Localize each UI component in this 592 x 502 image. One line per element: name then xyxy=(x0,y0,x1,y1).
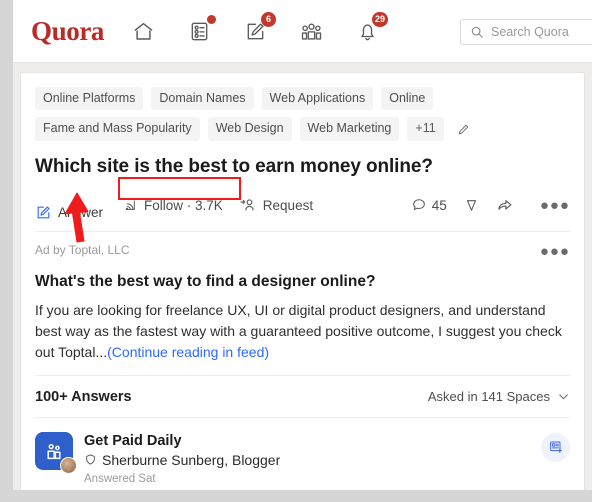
answers-summary-bar: 100+ Answers Asked in 141 Spaces xyxy=(35,376,570,418)
ad-sponsor-label: Ad by Toptal, LLC xyxy=(35,242,130,257)
promoted-ad: Ad by Toptal, LLC ●●● What's the best wa… xyxy=(35,232,570,376)
share-arrow-icon xyxy=(498,200,512,210)
answer-author-block: Get Paid Daily Sherburne Sunberg, Blogge… xyxy=(84,432,541,485)
notifications-badge: 29 xyxy=(372,12,389,27)
share-button[interactable] xyxy=(496,196,514,214)
space-shield-icon xyxy=(86,454,95,465)
space-name[interactable]: Get Paid Daily xyxy=(84,432,541,450)
topic-tag[interactable]: Web Marketing xyxy=(299,117,400,141)
search-input[interactable] xyxy=(491,25,592,39)
topic-tag[interactable]: Online Platforms xyxy=(35,87,144,111)
asked-in-spaces-dropdown[interactable]: Asked in 141 Spaces xyxy=(428,389,570,404)
answer-badge: 6 xyxy=(261,12,277,27)
avatar[interactable] xyxy=(35,431,77,474)
spaces-icon[interactable] xyxy=(296,16,326,46)
asked-in-spaces-label: Asked in 141 Spaces xyxy=(427,389,550,405)
topic-tag[interactable]: Web Applications xyxy=(261,87,374,111)
search-icon xyxy=(471,26,483,38)
notifications-bell-icon[interactable]: 29 xyxy=(352,12,389,46)
question-title: Which site is the best to earn money onl… xyxy=(35,155,433,177)
ad-body: If you are looking for freelance UX, UI … xyxy=(35,300,570,363)
author-row: Sherburne Sunberg, Blogger xyxy=(84,452,541,468)
ad-continue-link[interactable]: (Continue reading in feed) xyxy=(107,344,269,360)
feed-icon[interactable] xyxy=(184,15,217,46)
topic-tag[interactable]: Fame and Mass Popularity xyxy=(35,117,200,141)
request-button-label: Request xyxy=(262,197,314,213)
rss-follow-icon xyxy=(125,200,135,210)
comment-button[interactable]: 45 xyxy=(411,197,447,213)
answer-timestamp: Answered Sat xyxy=(84,472,156,485)
author-name[interactable]: Sherburne Sunberg, Blogger xyxy=(102,452,280,468)
user-avatar xyxy=(60,456,77,474)
ad-title[interactable]: What's the best way to find a designer o… xyxy=(35,272,570,292)
topic-tag-more[interactable]: +11 xyxy=(407,117,444,141)
quora-logo[interactable]: Quora xyxy=(31,17,104,45)
topic-tag[interactable]: Online xyxy=(381,87,434,111)
request-button[interactable]: Request xyxy=(239,196,313,214)
ad-header: Ad by Toptal, LLC ●●● xyxy=(35,243,570,261)
header-nav: 6 29 xyxy=(128,12,389,46)
comment-count: 45 xyxy=(431,197,447,213)
chevron-down-icon xyxy=(559,394,568,400)
add-to-space-button[interactable] xyxy=(541,432,570,462)
answer-button-label: Answer xyxy=(58,204,104,220)
site-header: Quora 6 29 Search Quora xyxy=(13,0,592,63)
search-bar[interactable] xyxy=(460,19,592,45)
follow-button-label: Follow · 3.7K xyxy=(144,197,223,213)
answer-header: Get Paid Daily Sherburne Sunberg, Blogge… xyxy=(35,431,570,485)
topic-tag[interactable]: Web Design xyxy=(207,117,292,141)
comment-bubble-icon xyxy=(412,199,425,211)
answer-item: Get Paid Daily Sherburne Sunberg, Blogge… xyxy=(35,418,570,490)
question-card: Online Platforms Domain Names Web Applic… xyxy=(20,72,585,490)
home-icon[interactable] xyxy=(128,16,158,46)
answers-count-label: 100+ Answers xyxy=(35,388,132,405)
answer-pencil-icon xyxy=(37,205,50,218)
answer-icon[interactable]: 6 xyxy=(240,12,277,46)
more-options-icon: ●●● xyxy=(539,196,570,214)
browser-viewport: Quora 6 29 Search Quora Online Platforms… xyxy=(13,0,592,490)
ad-more-options-button[interactable]: ●●● xyxy=(540,243,570,261)
topic-tag-list: Online Platforms Domain Names Web Applic… xyxy=(35,73,570,141)
downvote-button[interactable] xyxy=(463,197,480,214)
answer-button[interactable]: Answer xyxy=(35,190,103,221)
question-more-options-button[interactable]: ●●● xyxy=(540,198,570,213)
topic-tag[interactable]: Domain Names xyxy=(151,87,254,111)
add-to-space-icon xyxy=(549,441,562,453)
more-options-icon: ●●● xyxy=(539,242,570,260)
downvote-arrow-icon xyxy=(466,199,476,211)
question-action-bar: Answer Follow · 3.7K Request 45 ●●● xyxy=(35,190,570,232)
follow-button[interactable]: Follow · 3.7K xyxy=(122,197,223,213)
pencil-icon[interactable] xyxy=(452,120,475,139)
request-person-icon xyxy=(240,199,254,211)
feed-badge xyxy=(207,15,217,24)
